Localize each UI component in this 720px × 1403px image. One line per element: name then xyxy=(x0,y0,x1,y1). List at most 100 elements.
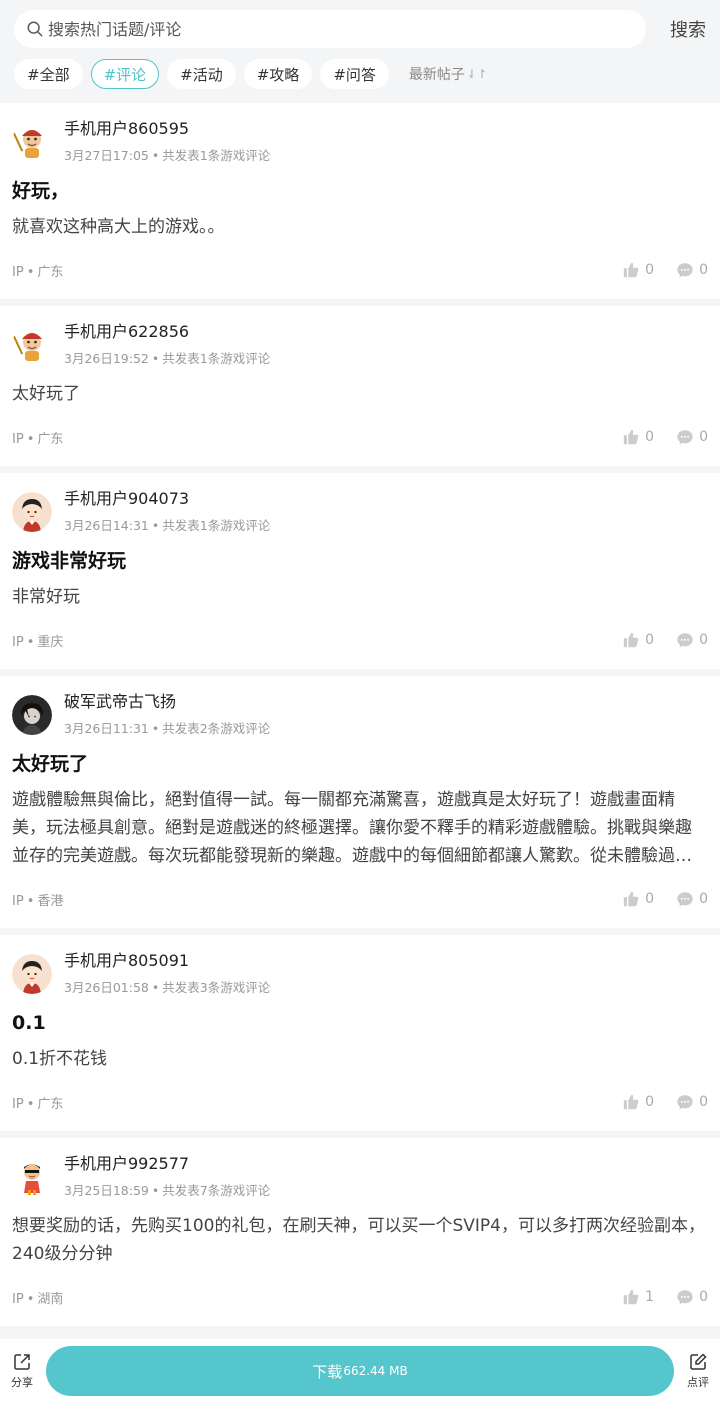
search-input[interactable] xyxy=(48,19,646,39)
comment-icon xyxy=(677,430,693,445)
sort-label: 最新帖子 xyxy=(408,67,465,83)
user-info: 手机用户622856 3月26日19:52 • 共发表1条游戏评论 xyxy=(64,321,270,367)
username[interactable]: 手机用户992577 xyxy=(64,1153,270,1175)
review-count: 共发表1条游戏评论 xyxy=(162,518,271,533)
like-button[interactable]: 0 xyxy=(622,631,654,649)
cartoon-kid-avatar[interactable] xyxy=(12,1157,52,1197)
user-info: 破军武帝古飞扬 3月26日11:31 • 共发表2条游戏评论 xyxy=(64,691,270,737)
download-label: 下载 xyxy=(312,1362,343,1381)
ip-label: IP xyxy=(12,893,24,909)
tag-all[interactable]: #全部 xyxy=(14,59,83,89)
like-button[interactable]: 1 xyxy=(622,1288,654,1306)
post-footer: IP • 广东 0 0 xyxy=(12,408,708,466)
ip-location: IP • 广东 xyxy=(12,261,63,280)
like-count: 0 xyxy=(645,891,655,907)
post-actions: 00 xyxy=(600,261,708,279)
comment-button[interactable]: 0 xyxy=(676,890,708,908)
username[interactable]: 手机用户622856 xyxy=(64,321,270,343)
share-button[interactable]: 分享 xyxy=(0,1352,44,1390)
like-count: 0 xyxy=(645,632,655,648)
meta-separator: • xyxy=(151,351,160,366)
post-actions: 00 xyxy=(600,428,708,446)
post-title: 好玩， xyxy=(12,180,70,202)
user-info: 手机用户992577 3月25日18:59 • 共发表7条游戏评论 xyxy=(64,1153,270,1199)
post-user-row: 手机用户992577 3月25日18:59 • 共发表7条游戏评论 xyxy=(12,1138,708,1210)
review-count: 共发表7条游戏评论 xyxy=(162,1183,271,1198)
username[interactable]: 手机用户860595 xyxy=(64,118,270,140)
post-card[interactable]: 破军武帝古飞扬 3月26日11:31 • 共发表2条游戏评论 太好玩了 遊戲體驗無與倫比，… xyxy=(0,676,720,928)
post-date: 3月26日14:31 xyxy=(64,518,149,533)
post-meta: 3月26日11:31 • 共发表2条游戏评论 xyxy=(64,718,270,737)
username[interactable]: 手机用户904073 xyxy=(64,488,270,510)
post-date: 3月25日18:59 xyxy=(64,1183,149,1198)
like-count: 0 xyxy=(645,429,655,445)
monkey-king-avatar[interactable] xyxy=(12,122,52,162)
ip-location: IP • 香港 xyxy=(12,890,63,909)
ip-separator: • xyxy=(26,1096,35,1112)
post-card[interactable]: 手机用户860595 3月27日17:05 • 共发表1条游戏评论 好玩， 就喜欢这种高大… xyxy=(0,103,720,299)
meta-separator: • xyxy=(151,518,160,533)
post-meta: 3月26日19:52 • 共发表1条游戏评论 xyxy=(64,348,270,367)
monkey-king-avatar[interactable] xyxy=(12,325,52,365)
ip-location: IP • 重庆 xyxy=(12,631,63,650)
username[interactable]: 破军武帝古飞扬 xyxy=(64,691,270,713)
post-date: 3月26日19:52 xyxy=(64,351,149,366)
post-footer: IP • 湖南 1 0 xyxy=(12,1268,708,1326)
comment-button[interactable]: 0 xyxy=(676,1093,708,1111)
search-box[interactable] xyxy=(14,10,646,48)
post-footer: IP • 香港 0 0 xyxy=(12,870,708,928)
ip-region: 广东 xyxy=(37,264,64,280)
anime-avatar[interactable] xyxy=(12,695,52,735)
tag-guide[interactable]: #攻略 xyxy=(243,59,313,89)
post-user-row: 手机用户860595 3月27日17:05 • 共发表1条游戏评论 xyxy=(12,103,708,175)
post-actions: 00 xyxy=(600,890,708,908)
tag-activity[interactable]: #活动 xyxy=(167,59,236,89)
thumbs-up-icon xyxy=(623,429,639,445)
review-label: 点评 xyxy=(687,1376,709,1389)
comment-button[interactable]: 0 xyxy=(676,261,708,279)
username[interactable]: 手机用户805091 xyxy=(64,950,270,972)
search-icon xyxy=(27,21,43,37)
meta-separator: • xyxy=(151,1183,160,1198)
ip-label: IP xyxy=(12,264,24,280)
ip-region: 广东 xyxy=(37,431,64,447)
ip-separator: • xyxy=(26,1291,35,1307)
sort-button[interactable]: 最新帖子 ⇃↾ xyxy=(409,64,487,84)
post-card[interactable]: 手机用户622856 3月26日19:52 • 共发表1条游戏评论 太好玩了 IP • 广东 0… xyxy=(0,306,720,466)
post-user-row: 手机用户805091 3月26日01:58 • 共发表3条游戏评论 xyxy=(12,935,708,1007)
ip-separator: • xyxy=(26,634,35,650)
review-button[interactable]: 点评 xyxy=(676,1352,720,1390)
comment-button[interactable]: 0 xyxy=(676,1288,708,1306)
comment-icon xyxy=(677,633,693,648)
comment-button[interactable]: 0 xyxy=(676,428,708,446)
comment-button[interactable]: 0 xyxy=(676,631,708,649)
ip-label: IP xyxy=(12,1096,24,1112)
download-button[interactable]: 下载 662.44 MB xyxy=(46,1346,674,1396)
like-button[interactable]: 0 xyxy=(622,428,654,446)
like-count: 0 xyxy=(645,262,655,278)
like-button[interactable]: 0 xyxy=(622,261,654,279)
ip-region: 湖南 xyxy=(37,1291,64,1307)
tag-qa[interactable]: #问答 xyxy=(320,59,389,89)
download-size: 662.44 MB xyxy=(343,1364,408,1378)
post-title: 游戏非常好玩 xyxy=(12,550,127,572)
boy-avatar[interactable] xyxy=(12,492,52,532)
comment-icon xyxy=(677,263,693,278)
ip-location: IP • 广东 xyxy=(12,428,63,447)
like-button[interactable]: 0 xyxy=(622,890,654,908)
post-date: 3月26日11:31 xyxy=(64,721,149,736)
boy-avatar[interactable] xyxy=(12,954,52,994)
search-button[interactable]: 搜索 xyxy=(652,16,706,42)
like-button[interactable]: 0 xyxy=(622,1093,654,1111)
like-count: 0 xyxy=(645,1094,655,1110)
post-card[interactable]: 手机用户992577 3月25日18:59 • 共发表7条游戏评论 想要奖励的话，先购买… xyxy=(0,1138,720,1326)
post-card[interactable]: 手机用户904073 3月26日14:31 • 共发表1条游戏评论 游戏非常好玩 非常好玩… xyxy=(0,473,720,669)
post-meta: 3月27日17:05 • 共发表1条游戏评论 xyxy=(64,145,270,164)
user-info: 手机用户904073 3月26日14:31 • 共发表1条游戏评论 xyxy=(64,488,270,534)
share-label: 分享 xyxy=(11,1376,33,1389)
thumbs-up-icon xyxy=(623,1094,639,1110)
thumbs-up-icon xyxy=(623,891,639,907)
tag-review[interactable]: #评论 xyxy=(90,59,160,89)
post-card[interactable]: 手机用户805091 3月26日01:58 • 共发表3条游戏评论 0.1 0.1折不花钱… xyxy=(0,935,720,1131)
post-date: 3月27日17:05 xyxy=(64,148,149,163)
